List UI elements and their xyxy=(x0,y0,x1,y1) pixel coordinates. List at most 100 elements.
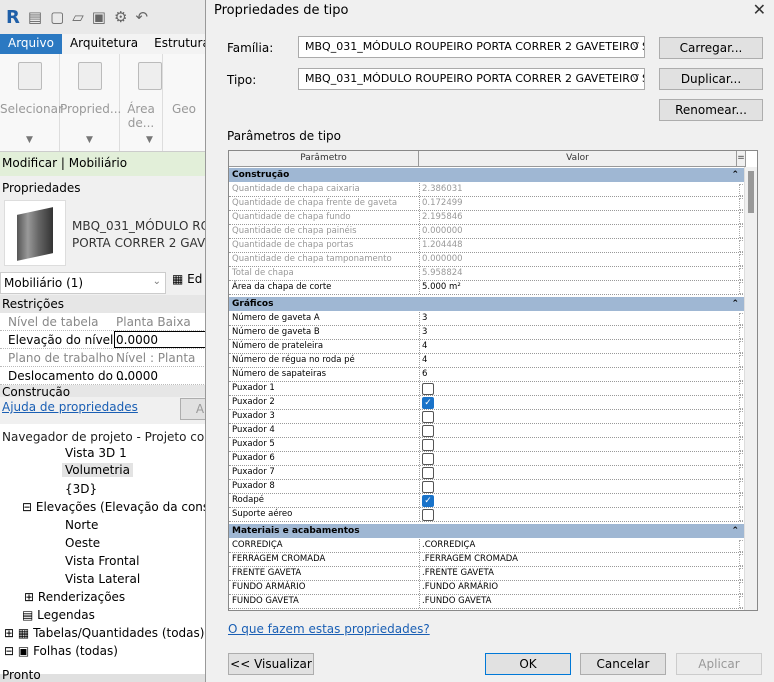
parameter-value[interactable] xyxy=(419,494,737,507)
preview-button[interactable]: << Visualizar xyxy=(228,653,314,675)
parameter-row[interactable]: Quantidade de chapa painéis 0.000000 xyxy=(229,225,745,239)
tree-item[interactable]: {3D} xyxy=(65,482,97,496)
parameter-value[interactable]: 4 xyxy=(419,340,737,353)
parameter-value[interactable] xyxy=(419,466,737,479)
parameter-row[interactable]: Número de gaveta A 3 xyxy=(229,312,745,326)
parameter-row[interactable]: FUNDO GAVETA .FUNDO GAVETA xyxy=(229,595,745,609)
properties-button[interactable]: Propried... ▼ xyxy=(60,54,121,151)
parameter-row[interactable]: Total de chapa 5.958824 xyxy=(229,267,745,281)
checkbox-unchecked[interactable] xyxy=(422,481,434,493)
parameter-value[interactable] xyxy=(419,480,737,493)
scrollbar-thumb[interactable] xyxy=(748,171,754,213)
parameter-value[interactable]: 6 xyxy=(419,368,737,381)
parameter-row[interactable]: Quantidade de chapa portas 1.204448 xyxy=(229,239,745,253)
parameter-row[interactable]: Área da chapa de corte 5.000 m² xyxy=(229,281,745,295)
undo-icon[interactable]: ↶ xyxy=(135,8,148,26)
parameter-value[interactable]: .FUNDO GAVETA xyxy=(419,595,737,608)
apply-button[interactable]: A xyxy=(180,398,206,420)
collapse-icon[interactable]: ⌃ xyxy=(731,297,739,311)
checkbox-unchecked[interactable] xyxy=(422,467,434,479)
parameter-value[interactable] xyxy=(419,424,737,437)
tree-item[interactable]: Vista Frontal xyxy=(65,554,139,568)
parameter-row[interactable]: Puxador 6 xyxy=(229,452,745,466)
prop-row[interactable]: Plano de trabalhoNível : Planta Baixa xyxy=(0,349,206,379)
parameter-value[interactable]: .FRENTE GAVETA xyxy=(419,567,737,580)
parameter-row[interactable]: Quantidade de chapa caixaria 2.386031 xyxy=(229,183,745,197)
tab-arquitetura[interactable]: Arquitetura xyxy=(62,34,146,54)
parameter-value[interactable]: 4 xyxy=(419,354,737,367)
parameter-value[interactable]: 3 xyxy=(419,312,737,325)
group-header[interactable]: Construção ⌃ xyxy=(229,168,745,182)
checkbox-unchecked[interactable] xyxy=(422,439,434,451)
tree-item[interactable]: Vista 3D 1 xyxy=(65,446,127,460)
parameter-row[interactable]: Puxador 5 xyxy=(229,438,745,452)
checkbox-checked[interactable]: ✓ xyxy=(422,397,434,409)
parameter-row[interactable]: Número de prateleira 4 xyxy=(229,340,745,354)
parameter-row[interactable]: Quantidade de chapa frente de gaveta 0.17… xyxy=(229,197,745,211)
tab-arquivo[interactable]: Arquivo xyxy=(0,34,62,54)
tree-item-selected[interactable]: Volumetria xyxy=(62,463,133,477)
select-button[interactable]: Selecionar ▼ xyxy=(0,54,63,151)
parameter-row[interactable]: FERRAGEM CROMADA .FERRAGEM CROMADA xyxy=(229,553,745,567)
apply-button[interactable]: Aplicar xyxy=(676,653,762,675)
type-selector[interactable]: Mobiliário (1) ⌄ xyxy=(0,272,166,294)
tree-item-sheets[interactable]: ⊟ ▣ Folhas (todas) xyxy=(4,644,118,658)
open-icon[interactable]: ▱ xyxy=(72,8,84,26)
column-header-formula[interactable]: = xyxy=(737,151,746,167)
group-restricoes[interactable]: Restrições xyxy=(0,295,206,313)
parameter-row[interactable]: FUNDO ARMÁRIO .FUNDO ARMÁRIO xyxy=(229,581,745,595)
save-icon[interactable]: ▣ xyxy=(92,8,106,26)
collapse-icon[interactable]: ⊟ xyxy=(4,644,14,658)
parameter-value[interactable]: .FUNDO ARMÁRIO xyxy=(419,581,737,594)
checkbox-unchecked[interactable] xyxy=(422,453,434,465)
parameter-row[interactable]: Puxador 8 xyxy=(229,480,745,494)
sync-icon[interactable]: ⚙ xyxy=(114,8,127,26)
cancel-button[interactable]: Cancelar xyxy=(580,653,666,675)
elevation-input[interactable]: 0.0000 xyxy=(114,331,206,348)
help-link[interactable]: O que fazem estas propriedades? xyxy=(228,622,430,636)
checkbox-unchecked[interactable] xyxy=(422,425,434,437)
new-icon[interactable]: ▢ xyxy=(50,8,64,26)
parameter-value[interactable] xyxy=(419,382,737,395)
parameter-row[interactable]: Rodapé ✓ xyxy=(229,494,745,508)
clipboard-button[interactable]: Área de... ▼ xyxy=(120,54,163,151)
ok-button[interactable]: OK xyxy=(485,653,571,675)
collapse-icon[interactable]: ⌃ xyxy=(731,524,739,538)
load-button[interactable]: Carregar... xyxy=(659,37,763,59)
close-icon[interactable]: ✕ xyxy=(753,0,766,19)
collapse-icon[interactable]: ⌃ xyxy=(731,168,739,182)
tree-item[interactable]: Oeste xyxy=(65,536,100,550)
collapse-icon[interactable]: ⊟ xyxy=(22,500,32,514)
parameter-row[interactable]: Quantidade de chapa tamponamento 0.000000 xyxy=(229,253,745,267)
parameter-row[interactable]: Puxador 3 xyxy=(229,410,745,424)
parameter-row[interactable]: FRENTE GAVETA .FRENTE GAVETA xyxy=(229,567,745,581)
expand-icon[interactable]: ⊞ xyxy=(4,626,14,640)
type-dropdown[interactable]: MBQ_031_MÓDULO ROUPEIRO PORTA CORRER 2 G… xyxy=(298,68,645,90)
tree-item-renderings[interactable]: ⊞ Renderizações xyxy=(24,590,125,604)
tab-estrutura[interactable]: Estrutura xyxy=(146,34,206,54)
tree-item[interactable]: Norte xyxy=(65,518,98,532)
parameter-row[interactable]: Puxador 7 xyxy=(229,466,745,480)
parameter-row[interactable]: CORREDIÇA .CORREDIÇA xyxy=(229,539,745,553)
parameter-value[interactable]: 3 xyxy=(419,326,737,339)
checkbox-unchecked[interactable] xyxy=(422,509,434,521)
group-construcao[interactable]: Construção xyxy=(0,385,206,397)
parameter-value[interactable]: .CORREDIÇA xyxy=(419,539,737,552)
geometry-button[interactable]: Geo xyxy=(163,54,206,151)
parameter-row[interactable]: Puxador 1 xyxy=(229,382,745,396)
expand-icon[interactable]: ⊞ xyxy=(24,590,34,604)
prop-row[interactable]: Deslocamento do ... 0.0000 xyxy=(0,367,206,385)
vertical-scrollbar[interactable] xyxy=(744,167,757,610)
tree-item-schedules[interactable]: ⊞ ▦ Tabelas/Quantidades (todas) xyxy=(4,626,204,640)
family-dropdown[interactable]: MBQ_031_MÓDULO ROUPEIRO PORTA CORRER 2 G… xyxy=(298,36,645,58)
parameter-value[interactable] xyxy=(419,410,737,423)
checkbox-unchecked[interactable] xyxy=(422,411,434,423)
checkbox-checked[interactable]: ✓ xyxy=(422,495,434,507)
group-header[interactable]: Materiais e acabamentos ⌃ xyxy=(229,524,745,538)
column-header-parameter[interactable]: Parâmetro xyxy=(229,151,419,167)
prop-row[interactable]: Nível de tabela Planta Baixa xyxy=(0,313,206,331)
parameter-row[interactable]: Suporte aéreo xyxy=(229,508,745,522)
parameter-row[interactable]: Número de sapateiras 6 xyxy=(229,368,745,382)
parameter-row[interactable]: Número de gaveta B 3 xyxy=(229,326,745,340)
parameter-row[interactable]: Puxador 4 xyxy=(229,424,745,438)
